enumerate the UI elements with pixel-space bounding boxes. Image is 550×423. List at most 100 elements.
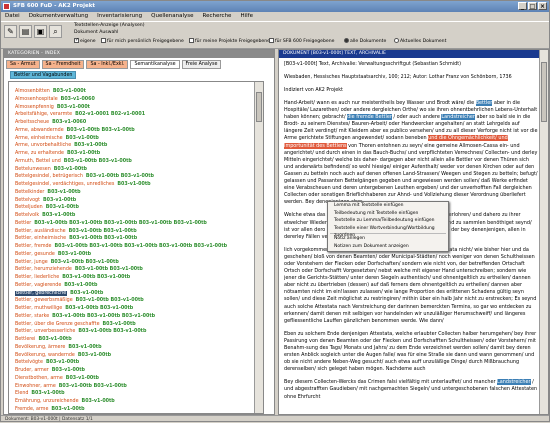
tree-row-label[interactable]: Bettler, herumziehende [15, 267, 72, 272]
tree-row-label[interactable]: Arme, abwandernde [15, 128, 64, 133]
tree-row-label[interactable]: Bettler, gewerbsmäßige [15, 298, 73, 303]
tree-row-codes[interactable]: B03-v1-00tb [68, 345, 101, 350]
tree-row[interactable]: Bevölkerung, ärmere B03-v1-00tb [15, 344, 263, 352]
tree-row-label[interactable]: Almosenpfennig [15, 105, 54, 110]
tree-row-codes[interactable]: B03-v1-00tb B03-v1-00tb [62, 275, 130, 280]
tree-row-label[interactable]: Bruder, armer [15, 368, 49, 373]
highlight-landstreicher-2[interactable]: Landstreicher [497, 379, 531, 386]
new-doc-icon[interactable]: ✎ [4, 25, 17, 38]
tree-row[interactable]: Elend B03-v1-00tb [15, 390, 263, 398]
tree-row-codes[interactable]: B03-v1-00tb [67, 151, 100, 156]
tree-row-codes[interactable]: B03-v1-00tb [58, 252, 91, 257]
menu-inventory[interactable]: Inventarisierung [97, 12, 142, 21]
tab-poverty[interactable]: Sa - Armut [6, 60, 40, 69]
tree-row[interactable]: Bruder, armer B03-v1-00tb [15, 367, 263, 375]
tree-row[interactable]: Bettler, ausländische B03-v1-00tb B03-v1-… [15, 228, 263, 236]
checkbox-shared[interactable] [189, 38, 194, 43]
tree-row[interactable]: Ernährung, unzureichende B03-v1-00tb [15, 398, 263, 406]
tree-row-codes[interactable]: B03-v1-00tb B03-v1-00tb [78, 329, 146, 334]
filter-shared[interactable]: für meine Projekte Freigegebene [189, 38, 270, 44]
tree-row-codes[interactable]: B03-v1-00tb B03-v1-00tb [64, 159, 132, 164]
checkbox-sfb[interactable] [269, 38, 274, 43]
tree-row[interactable]: Bettler B03-v1-00tb B03-v1-00tb B03-v1-00… [15, 220, 263, 228]
tree-row[interactable]: Armuth, Bettel und B03-v1-00tb B03-v1-00t… [15, 158, 263, 166]
tree-row-label[interactable]: Bettler [15, 221, 31, 226]
tree-row-label[interactable]: Bettler, vagierende [15, 283, 61, 288]
tree-row-codes[interactable]: B03-v1-00tb B03-v1-00tb [51, 260, 119, 265]
tree-row[interactable]: Arbeitsfähige, verarmte B02-v1-0001 B02-v… [15, 111, 263, 119]
tree-row-label[interactable]: Bettler, gebrechliche [15, 290, 68, 296]
maximize-icon[interactable]: □ [528, 2, 537, 10]
filter-own[interactable]: ✓eigene [74, 38, 96, 44]
tree-row-label[interactable]: Bettler, über die Grenze geschaffte [15, 322, 100, 327]
tree-row-label[interactable]: Bettler, ausländische [15, 229, 66, 234]
tree-row-label[interactable]: Betteljuden [15, 205, 43, 210]
tree-row-codes[interactable]: B03-v1-000t [53, 89, 86, 94]
save-icon[interactable]: ▣ [34, 25, 47, 38]
tree-row[interactable]: Bettler, einheimische B03-v1-00tb B03-v1-… [15, 235, 263, 243]
tree-row-label[interactable]: Bevölkerung, ärmere [15, 345, 65, 350]
tree-row-label[interactable]: Bettler, junge [15, 260, 48, 265]
context-menu-item[interactable]: Lemma mit Textstelle einfügen [328, 202, 448, 210]
tree-row-codes[interactable]: B03-v1-00tb [74, 143, 107, 148]
tree-row[interactable]: Almosenbitten B03-v1-000t [15, 88, 263, 96]
minimize-icon[interactable]: _ [518, 2, 527, 10]
tab-inclusion[interactable]: Sa - Inkl./Exkl. [86, 60, 129, 69]
tree-row[interactable]: Bettler, herumziehende B03-v1-00tb B03-v1… [15, 266, 263, 274]
tree-row-label[interactable]: Dienstbothen, arme [15, 376, 63, 381]
highlight-bettler[interactable]: Bettler [475, 100, 493, 106]
tree-row-codes[interactable]: B03-v1-00tb B03-v1-00tb B03-v1-00tb B03-… [34, 221, 207, 226]
tree-row[interactable]: Bettler, muthwillige B03-v1-00tb B03-v1-0… [15, 305, 263, 313]
option-current-doc[interactable]: Aktuelles Dokument [394, 38, 446, 44]
document-text[interactable]: Hand-Arbeit/ wann es auch nur meistenthe… [284, 100, 539, 412]
tree-row-codes[interactable]: B03-v1-00tb B03-v1-00tb [69, 229, 137, 234]
tree-row-codes[interactable]: B03-v1-00tb [46, 360, 79, 365]
context-menu-item[interactable]: Textstelle zu Lemma/Teilbedeutung einfüg… [328, 217, 448, 225]
tree-row-label[interactable]: Bettelgesindel, betrügerisch [15, 174, 83, 179]
tree-row-label[interactable]: Einwohner, arme [15, 384, 56, 389]
tree-row[interactable]: Bettelunwesen B03-v1-00tb [15, 166, 263, 174]
tree-row[interactable]: Arme, abwandernde B03-v1-00tb B03-v1-00tb [15, 127, 263, 135]
tree-row-codes[interactable]: B03-v1-00tb B03-v1-00tb [67, 128, 135, 133]
tree-row-codes[interactable]: B03-v1-00tb B03-v1-00tb [65, 306, 133, 311]
tree-row-codes[interactable]: B03-v1-00tb [66, 376, 99, 381]
tree-row[interactable]: Einwohner, arme B03-v1-00tb B03-v1-00tb [15, 383, 263, 391]
tree-row[interactable]: Bettlerei B03-v1-00tb [15, 336, 263, 344]
tree-row-codes[interactable]: B03-v1-00tb B03-v1-00tb B03-v1-00tb B03-… [55, 244, 228, 249]
tree-row-codes[interactable]: B03-v1-00tb [103, 322, 136, 327]
tree-row-label[interactable]: Arme, zu erhaltende [15, 151, 64, 156]
subtab-beggars[interactable]: Bettler und Vagabunden [10, 71, 77, 79]
document-scroll-thumb[interactable] [541, 62, 547, 122]
tree-row-codes[interactable]: B03-v1-00tb [117, 182, 150, 187]
tree-scroll-thumb[interactable] [256, 92, 262, 122]
tree-row[interactable]: Bettelvögte B03-v1-00tb [15, 359, 263, 367]
tree-row-label[interactable]: Bettelvögte [15, 360, 43, 365]
checkbox-personal[interactable] [101, 38, 106, 43]
tree-row-label[interactable]: Elend [15, 391, 28, 396]
tree-row-label[interactable]: Arbeitsscheue [15, 120, 49, 125]
filter-sfb[interactable]: für SFB 600 Freigegebene [269, 38, 334, 44]
tree-row-codes[interactable]: B03-v1-00tb [42, 213, 75, 218]
tree-row-codes[interactable]: B03-v1-00tb B03-v1-00tb [86, 174, 154, 179]
tree-row-codes[interactable]: B03-v1-00tb B03-v1-00tb [75, 267, 143, 272]
radio-current-doc[interactable] [394, 38, 399, 43]
tree-row-label[interactable]: Fremde, arme [15, 407, 48, 412]
tree-row-codes[interactable]: B03-v1-00tb [47, 190, 80, 195]
tree-row-codes[interactable]: B03-v1-00tb [43, 198, 76, 203]
tree-row-label[interactable]: Almosenhospitale [15, 97, 58, 102]
search-icon[interactable]: ⌕ [49, 25, 62, 38]
menu-file[interactable]: Datei [5, 12, 20, 21]
tree-row-codes[interactable]: B03-v1-00tb [38, 337, 71, 342]
tree-row[interactable]: Dienstbothen, arme B03-v1-00tb [15, 375, 263, 383]
filter-personal[interactable]: für mich persönlich Freigegebene [101, 38, 184, 44]
tree-row[interactable]: Arme, einheimische B03-v1-00tb [15, 135, 263, 143]
tree-row[interactable]: Bettelvolk B03-v1-00tb [15, 212, 263, 220]
tree-row-label[interactable]: Bettler, gesunde [15, 252, 55, 257]
tree-row[interactable]: Bettler, vagierende B03-v1-00tb [15, 282, 263, 290]
tree-row-label[interactable]: Bettler, liederliche [15, 275, 59, 280]
tree-row-label[interactable]: Arme, einheimische [15, 136, 63, 141]
tree-row[interactable]: Almosenhospitale B03-v1-0060 [15, 96, 263, 104]
tree-row-label[interactable]: Almosenbitten [15, 89, 50, 94]
context-menu-item[interactable]: Notiz anlegen [328, 235, 448, 243]
tree-row-codes[interactable]: B03-v1-00tb B03-v1-00tb B03-v1-00tb [52, 314, 155, 319]
